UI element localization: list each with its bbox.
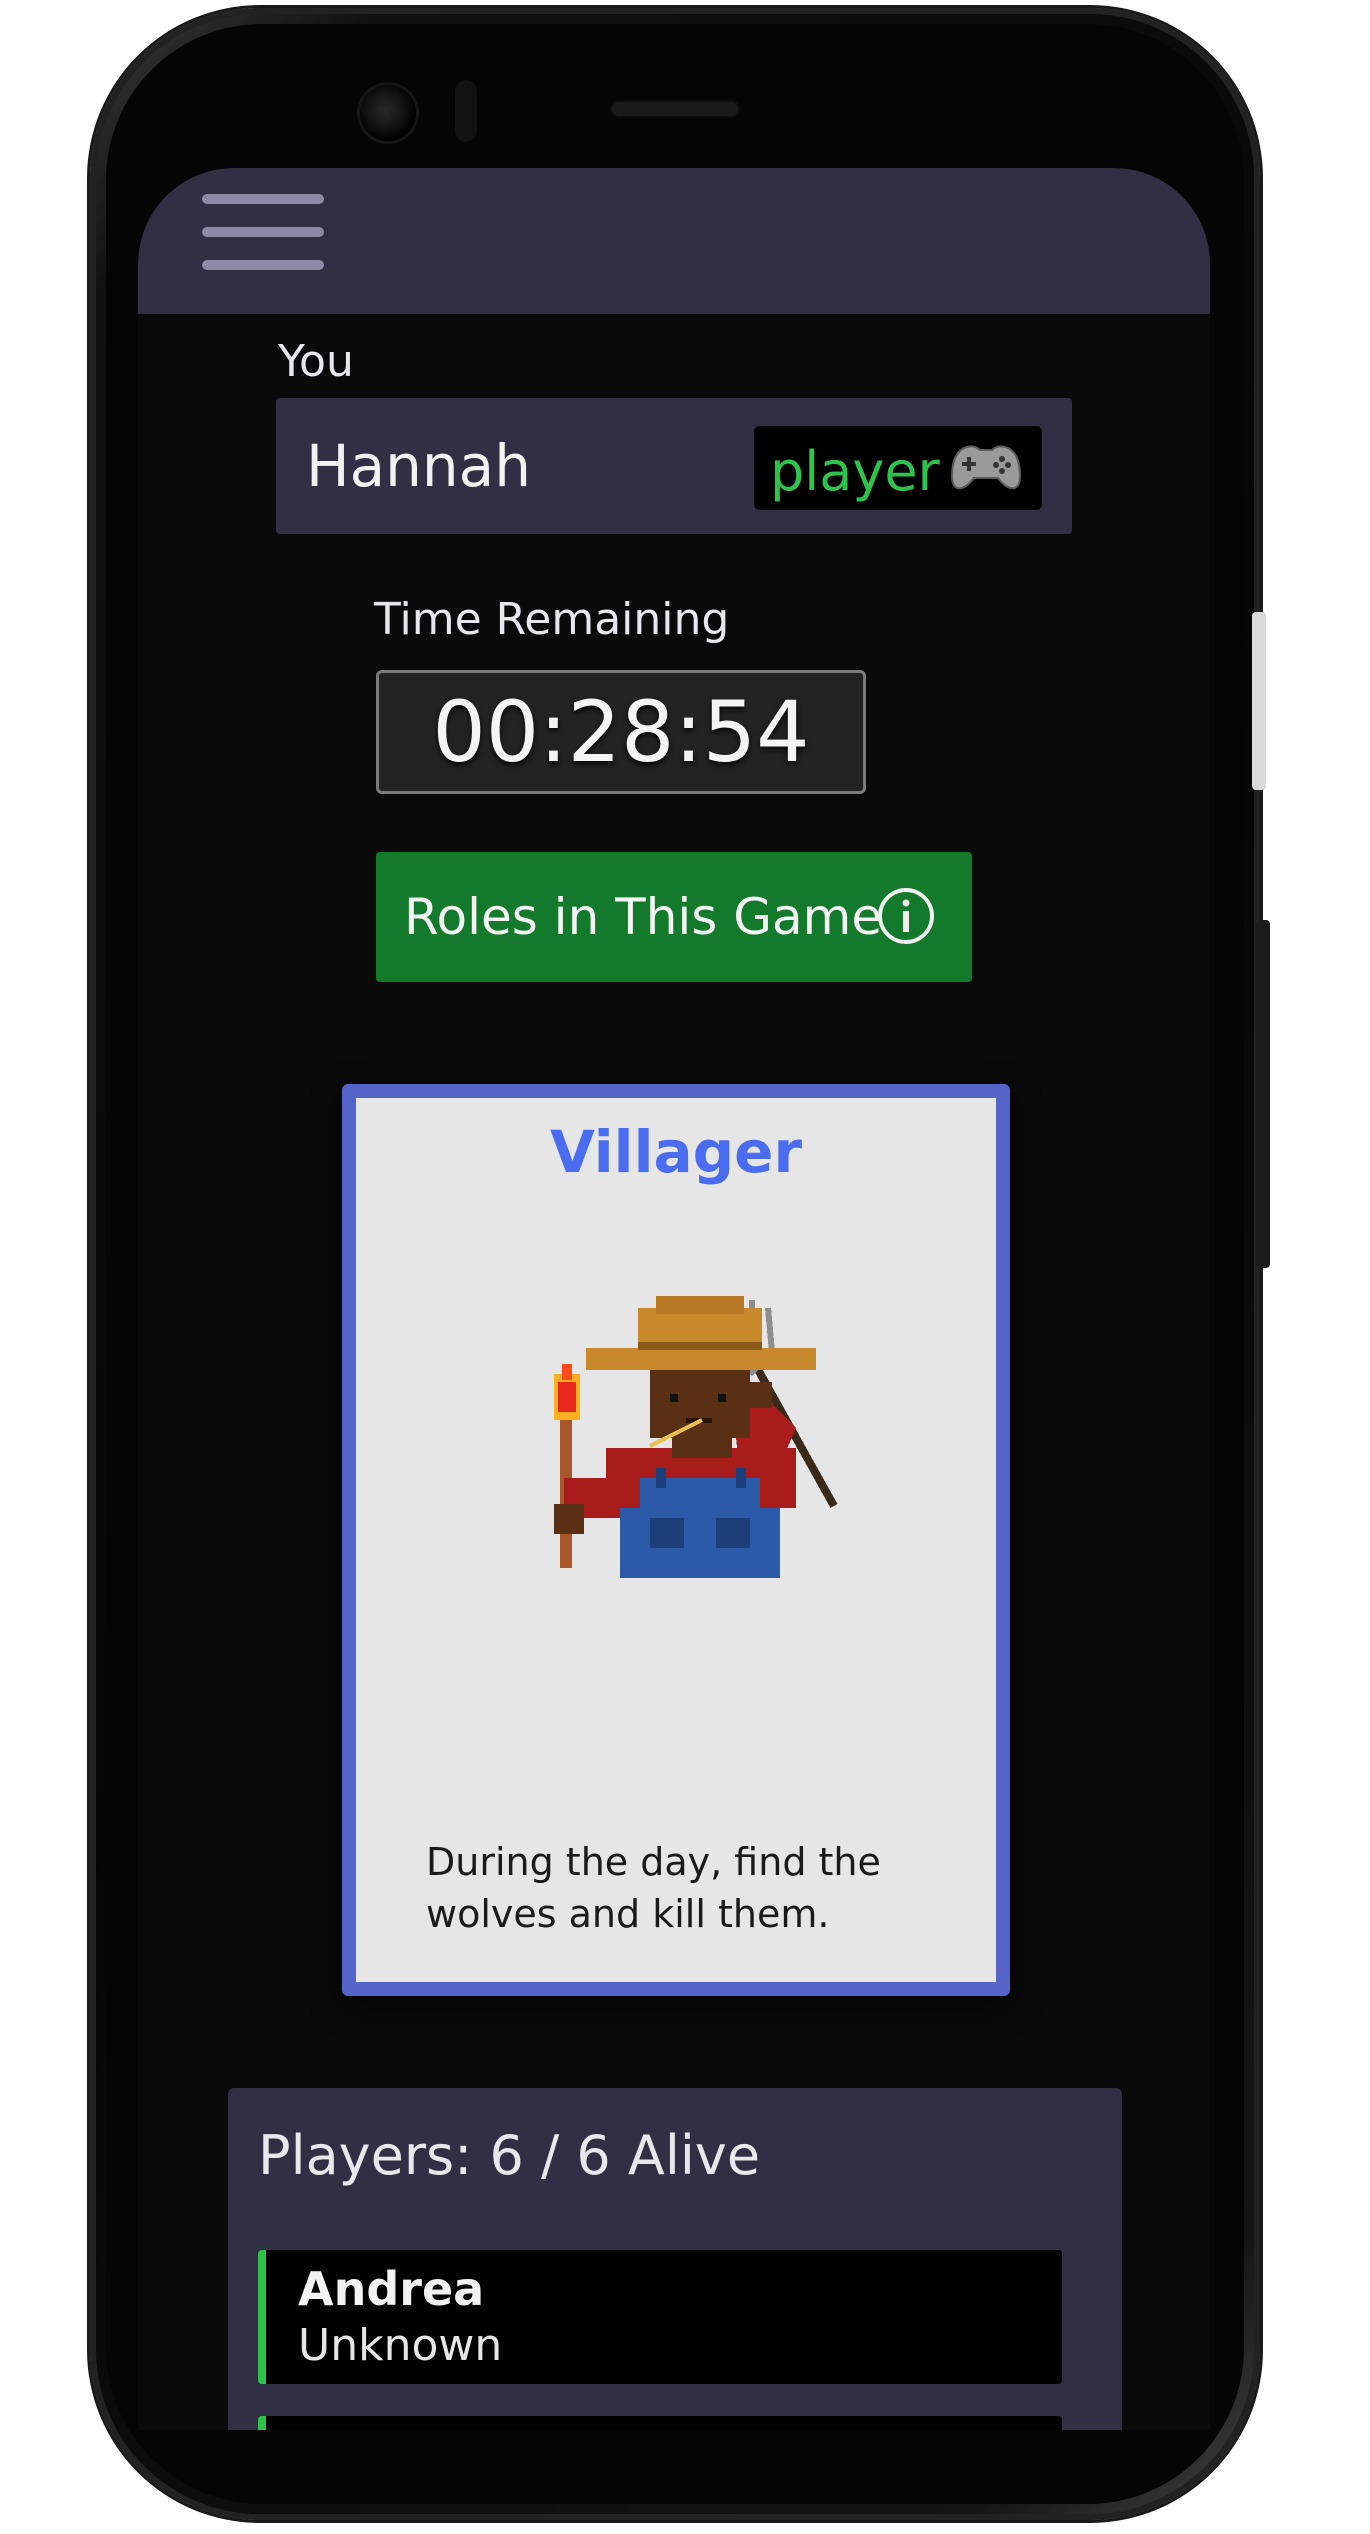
roles-button-label: Roles in This Game [404, 888, 883, 946]
player-role: Unknown [298, 2320, 503, 2371]
player-type-label: player [770, 440, 940, 503]
countdown-value: 00:28:54 [432, 683, 810, 781]
app-screen: You Hannah player Time Remaining 00:28:5… [138, 168, 1210, 2430]
players-count-title: Players: 6 / 6 Alive [258, 2124, 761, 2187]
front-camera [360, 85, 416, 141]
phone-power-button [1256, 920, 1270, 1268]
proximity-sensor [455, 80, 477, 142]
roles-in-game-button[interactable]: Roles in This Game [376, 852, 972, 982]
countdown-timer: 00:28:54 [376, 670, 866, 794]
current-player-card: Hannah player [276, 398, 1072, 534]
top-app-bar [138, 168, 1210, 314]
villager-illustration [554, 1296, 838, 1578]
you-label: You [278, 336, 354, 387]
hamburger-menu-icon[interactable] [202, 194, 324, 270]
player-type-badge: player [754, 426, 1042, 510]
phone-volume-button [1252, 612, 1266, 790]
role-card-description: During the day, find the wolves and kill… [426, 1840, 881, 1936]
players-panel: Players: 6 / 6 Alive Andrea Unknown [228, 2088, 1122, 2430]
player-name: Andrea [298, 2262, 485, 2316]
time-remaining-label: Time Remaining [374, 594, 730, 645]
gamepad-icon [950, 445, 1022, 490]
info-icon [878, 888, 934, 944]
earpiece-speaker [610, 100, 740, 118]
role-card-title: Villager [549, 1118, 803, 1186]
role-card[interactable]: Villager During the day, find the wolves… [342, 1084, 1010, 1996]
current-player-name: Hannah [306, 432, 531, 500]
player-row[interactable]: Andrea Unknown [258, 2250, 1062, 2384]
player-row-partial[interactable] [258, 2416, 1062, 2430]
